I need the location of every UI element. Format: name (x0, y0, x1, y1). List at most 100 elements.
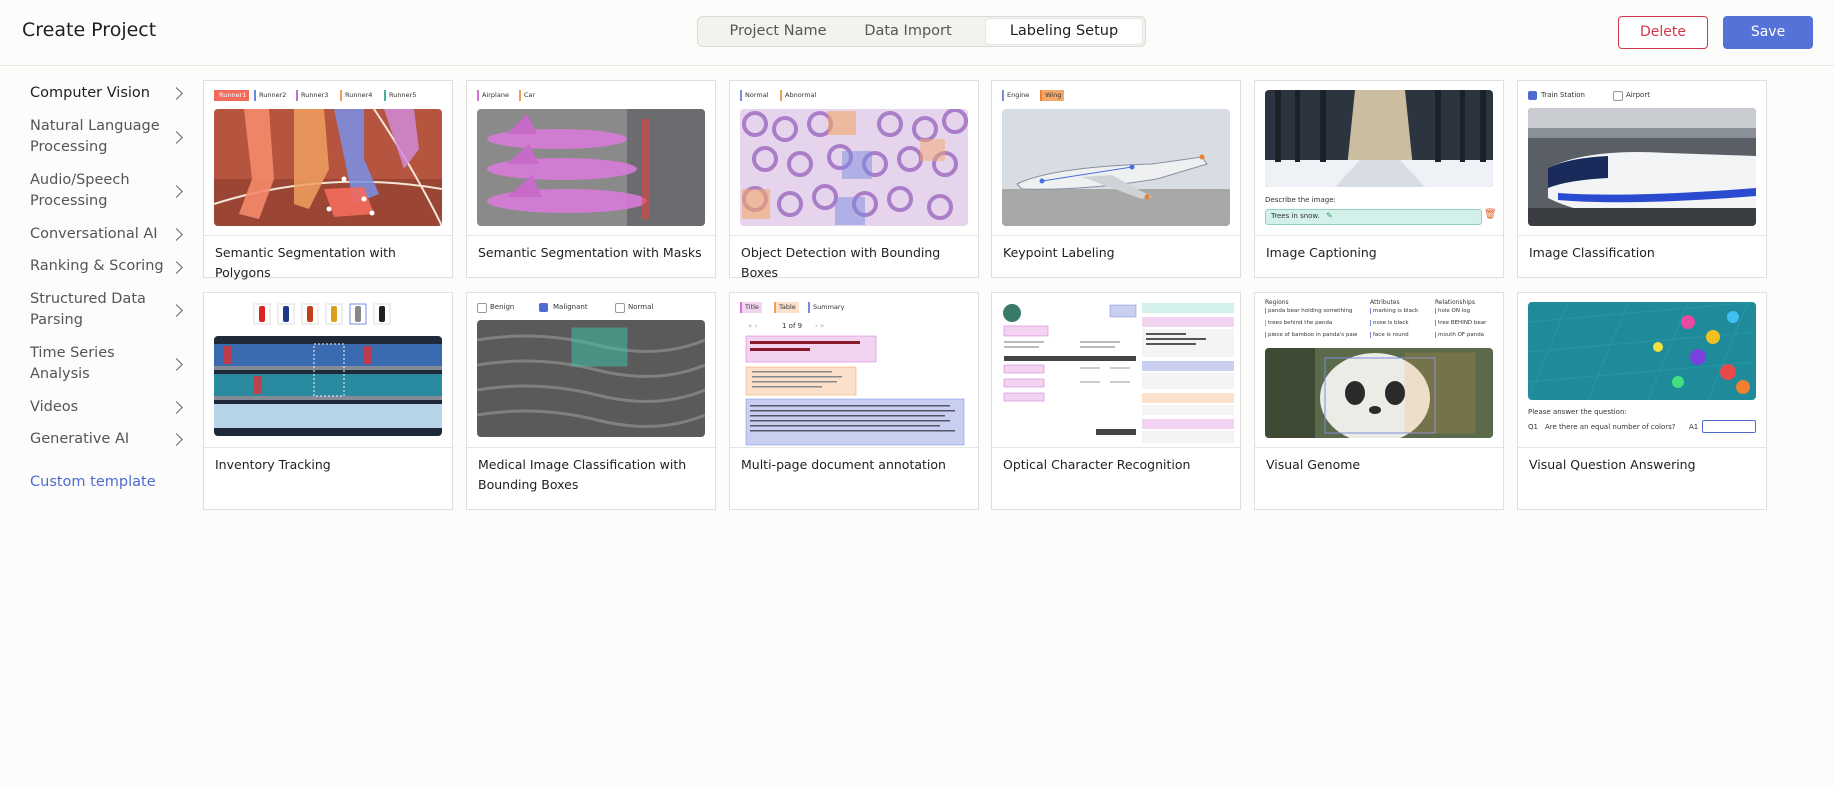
genome-header: Regions (1265, 299, 1289, 306)
balls-image (1528, 302, 1756, 400)
template-thumbnail: Regions Attributes Relationships panda b… (1255, 293, 1503, 448)
label-chip: Table (774, 302, 799, 313)
label-chip: Engine (1002, 90, 1032, 101)
train-image (1528, 108, 1756, 226)
template-thumbnail: Benign Malignant Normal (467, 293, 715, 448)
option-label: Airport (1626, 91, 1650, 99)
sidebar-item-structured-data[interactable]: Structured Data Parsing (30, 289, 160, 331)
sidebar-item-computer-vision[interactable]: Computer Vision (30, 83, 190, 104)
template-title: Semantic Segmentation with Masks (478, 245, 702, 260)
page-title: Create Project (22, 19, 157, 41)
template-card-inventory[interactable]: Inventory Tracking (203, 292, 453, 510)
template-card-visual-genome[interactable]: Regions Attributes Relationships panda b… (1254, 292, 1504, 510)
document-page (742, 333, 967, 447)
label-chip: Runner3 (296, 90, 331, 101)
template-card-ocr[interactable]: Optical Character Recognition (991, 292, 1241, 510)
delete-button[interactable]: Delete (1618, 16, 1708, 49)
invoice-image (1000, 301, 1140, 441)
fridge-shelves-image (214, 336, 442, 436)
sidebar-item-audio-speech[interactable]: Audio/Speech Processing (30, 170, 190, 212)
checkbox-checked-icon (1528, 91, 1537, 100)
sidebar-item-generative-ai[interactable]: Generative AI (30, 429, 190, 450)
runners-image (214, 109, 442, 226)
template-card-captioning[interactable]: Describe the image: Trees in snow. ✎ 🗑 I… (1254, 80, 1504, 278)
template-title: Keypoint Labeling (1003, 245, 1115, 260)
panda-image (1265, 348, 1493, 438)
sidebar-item-conversational-ai[interactable]: Conversational AI (30, 224, 190, 245)
template-thumbnail: Describe the image: Trees in snow. ✎ 🗑 (1255, 81, 1503, 236)
template-thumbnail: Train Station Airport (1518, 81, 1766, 236)
pager-prev-icon: « ‹ (748, 322, 758, 330)
sidebar-item-ranking-scoring[interactable]: Ranking & Scoring (30, 256, 190, 277)
genome-region: trees behind the panda (1265, 320, 1332, 326)
genome-attribute: nose is black (1370, 320, 1409, 326)
genome-attribute: face is round (1370, 332, 1409, 338)
genome-header: Attributes (1370, 299, 1400, 306)
template-card-medical[interactable]: Benign Malignant Normal Medical Image Cl… (466, 292, 716, 510)
header-bar: Create Project Project Name Data Import … (0, 0, 1834, 66)
label-chip: Runner1 (214, 90, 250, 101)
genome-region: piece of bamboo in panda's paw (1265, 332, 1357, 338)
checkbox-icon (615, 303, 625, 313)
tab-project-name[interactable]: Project Name (718, 19, 838, 44)
product-icons-row (252, 302, 402, 326)
step-tabs: Project Name Data Import Labeling Setup (697, 16, 1146, 47)
genome-relationship: mouth OF panda (1435, 332, 1484, 338)
template-title: Medical Image Classification with Boundi… (478, 457, 687, 492)
label-chip: Airplane (477, 90, 512, 101)
save-button[interactable]: Save (1723, 16, 1813, 49)
doc-pager: 1 of 9 (782, 322, 803, 330)
pager-next-icon: › » (815, 322, 825, 330)
caption-prompt: Describe the image: (1265, 196, 1336, 204)
template-title: Image Classification (1529, 245, 1655, 260)
pencil-icon: ✎ (1326, 211, 1333, 220)
chevron-right-icon (170, 358, 183, 371)
template-title: Multi-page document annotation (741, 457, 946, 472)
label-chip: Abnormal (780, 90, 819, 101)
template-card-vqa[interactable]: Please answer the question: Q1 Are there… (1517, 292, 1767, 510)
template-card-polygons[interactable]: Runner1 Runner2 Runner3 Runner4 Runner5 … (203, 80, 453, 280)
vqa-question-label: Q1 (1528, 423, 1538, 431)
genome-relationship: tree BEHIND bear (1435, 320, 1486, 326)
template-thumbnail (992, 293, 1240, 448)
caption-value: Trees in snow. (1271, 212, 1320, 220)
sidebar-item-nlp[interactable]: Natural Language Processing (30, 116, 190, 158)
checkbox-icon (1613, 91, 1623, 101)
label-chip: Title (740, 302, 762, 313)
label-chip: Summary (808, 302, 847, 313)
label-chip: Wing (1040, 90, 1065, 101)
option-label: Benign (490, 303, 515, 311)
snow-forest-image (1265, 90, 1493, 187)
template-title: Object Detection with Bounding Boxes (741, 245, 941, 280)
trash-icon: 🗑 (1484, 209, 1497, 220)
custom-template-link[interactable]: Custom template (30, 474, 156, 490)
template-thumbnail: Please answer the question: Q1 Are there… (1518, 293, 1766, 448)
template-card-multipage-doc[interactable]: Title Table Summary « ‹ 1 of 9 › » Multi… (729, 292, 979, 510)
template-card-classification[interactable]: Train Station Airport Image Classificati… (1517, 80, 1767, 278)
checkbox-checked-icon (539, 303, 548, 312)
template-thumbnail: Title Table Summary « ‹ 1 of 9 › » (730, 293, 978, 448)
vqa-answer-label: A1 (1689, 423, 1699, 431)
ultrasound-image (477, 320, 705, 437)
template-title: Semantic Segmentation with Polygons (215, 245, 396, 280)
vqa-prompt: Please answer the question: (1528, 408, 1627, 416)
template-card-bounding-boxes[interactable]: Normal Abnormal Object Detection with Bo… (729, 80, 979, 280)
genome-relationship: hole ON log (1435, 308, 1470, 314)
template-title: Visual Question Answering (1529, 457, 1696, 472)
jet-image (1002, 109, 1230, 226)
caption-field: Trees in snow. ✎ (1265, 209, 1482, 225)
template-card-masks[interactable]: Airplane Car Semantic Segmentation with … (466, 80, 716, 278)
vqa-answer-input (1702, 420, 1756, 433)
template-title: Image Captioning (1266, 245, 1377, 260)
template-thumbnail: Airplane Car (467, 81, 715, 236)
label-chip: Runner2 (254, 90, 289, 101)
sidebar-item-time-series[interactable]: Time Series Analysis (30, 343, 150, 385)
sidebar-item-videos[interactable]: Videos (30, 397, 190, 418)
template-thumbnail: Normal Abnormal (730, 81, 978, 236)
template-card-keypoint[interactable]: Engine Wing Keypoint Labeling (991, 80, 1241, 278)
label-chip: Car (519, 90, 538, 101)
option-label: Train Station (1541, 91, 1585, 99)
label-chip: Runner4 (340, 90, 375, 101)
tab-labeling-setup[interactable]: Labeling Setup (986, 19, 1142, 44)
tab-data-import[interactable]: Data Import (848, 19, 968, 44)
